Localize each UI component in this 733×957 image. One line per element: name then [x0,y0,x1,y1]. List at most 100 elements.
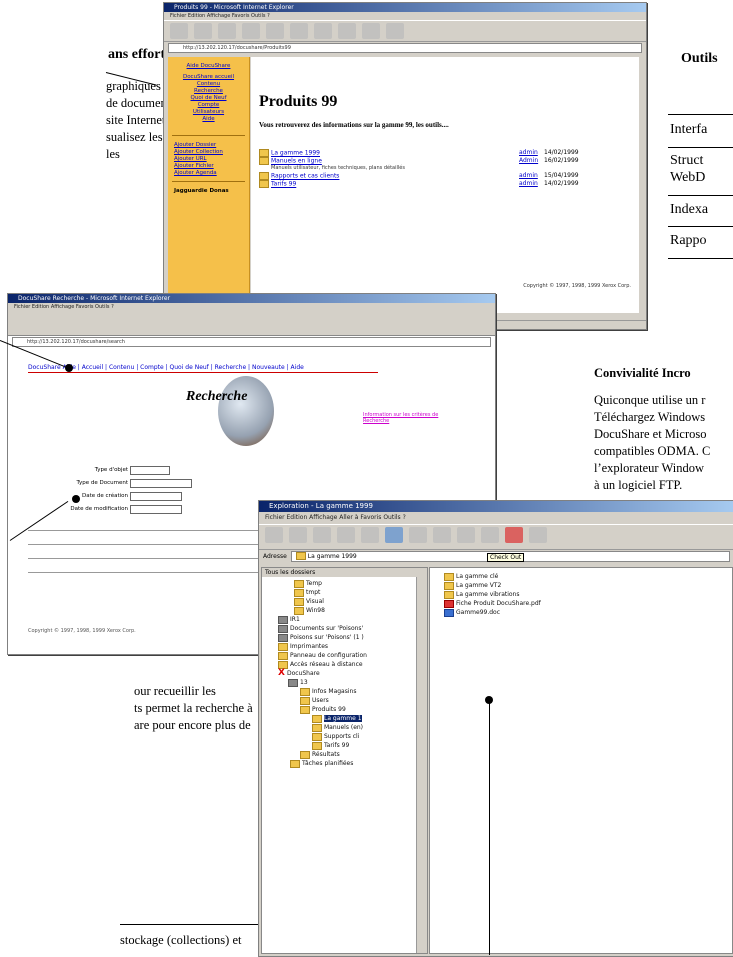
tree-scrollbar[interactable] [416,577,427,953]
tree-item[interactable]: Poisons sur 'Poisons' (1 ) [266,633,427,642]
folder-icon [312,732,322,741]
tree-item[interactable]: Users [266,696,427,705]
object-type-select[interactable] [130,466,170,475]
back-icon[interactable] [265,527,283,543]
list-item[interactable]: Tarifs 99 admin 14/02/1999 [259,180,579,188]
word-file-icon [444,608,454,617]
tree-item[interactable]: Visual [266,597,427,606]
outils-row: WebD [670,170,706,185]
window-titlebar: DocuShare Recherche - Microsoft Internet… [8,294,495,303]
folder-icon [294,588,304,597]
address-bar[interactable]: http://13.202.120.17/docushare/search [12,337,491,347]
printer-folder-icon [278,642,288,651]
tree-item[interactable]: tmpt [266,588,427,597]
search-icon[interactable] [290,23,308,39]
tree-item[interactable]: Imprimantes [266,642,427,651]
folder-icon [300,705,310,714]
modification-date-select[interactable] [130,505,182,514]
favorites-icon[interactable] [314,23,332,39]
tree-item[interactable]: Manuels (en) [266,723,427,732]
sidebar-item[interactable]: DocuShare accueil [168,74,249,81]
tree-item[interactable]: IR1 [266,615,427,624]
refresh-icon[interactable] [242,23,260,39]
sidebar-item[interactable]: Contenu [168,81,249,88]
tree-item[interactable]: Win98 [266,606,427,615]
tree-item[interactable]: Panneau de configuration [266,651,427,660]
address-bar[interactable]: http://13.202.120.17/docushare/Produits9… [168,43,642,53]
file-item[interactable]: Fiche Produit DocuShare.pdf [444,599,732,608]
tree-item-selected[interactable]: La gamme 1 [266,714,427,723]
sidebar-item[interactable]: Ajouter URL [168,156,249,163]
sidebar-item[interactable]: Ajouter Collection [168,149,249,156]
back-icon[interactable] [170,23,188,39]
stop-icon[interactable] [218,23,236,39]
folder-icon [312,714,322,723]
convivialite-text: Quiconque utilise un r Téléchargez Windo… [594,392,710,494]
history-icon[interactable] [338,23,356,39]
list-item[interactable]: Manuels en ligne Admin 16/02/1999 [259,157,579,165]
sidebar-item[interactable]: Ajouter Dossier [168,142,249,149]
view-icon[interactable] [409,527,427,543]
text-line: l’explorateur Window [594,461,704,475]
file-item[interactable]: La gamme VT2 [444,581,732,590]
callout-line: ts permet la recherche à [134,701,253,715]
sidebar-item[interactable]: Aide [168,116,249,123]
tree-item[interactable]: Produits 99 [266,705,427,714]
docushare-x-icon: X [278,668,285,678]
tree-item[interactable]: X DocuShare [266,669,427,678]
file-item[interactable]: Gamme99.doc [444,608,732,617]
forward-icon[interactable] [194,23,212,39]
check-out-icon[interactable] [433,527,451,543]
list-item[interactable]: La gamme 1999 admin 14/02/1999 [259,149,579,157]
pdf-file-icon [444,599,454,608]
tree-item[interactable]: Infos Magasins [266,687,427,696]
tree-item[interactable]: Tarifs 99 [266,741,427,750]
tree-item[interactable]: Documents sur 'Poisons' [266,624,427,633]
delete-icon[interactable] [505,527,523,543]
view-icon[interactable] [337,527,355,543]
help-link[interactable]: Information sur les critères de Recherch… [363,412,443,424]
sidebar-item[interactable]: Ajouter Agenda [168,170,249,177]
file-item[interactable]: La gamme vibrations [444,590,732,599]
properties-icon[interactable] [529,527,547,543]
folder-icon[interactable] [457,527,475,543]
folder-icon [294,597,304,606]
list-item[interactable]: Rapports et cas clients admin 15/04/1999 [259,172,579,180]
outils-row: Indexa [670,202,709,217]
folder-icon [312,741,322,750]
mail-icon[interactable] [362,23,380,39]
form-label: Date de création [82,493,128,499]
outils-heading: Outils [681,51,718,66]
convivialite-heading: Convivialité Incro [594,366,691,380]
tree-item[interactable]: Résultats [266,750,427,759]
sidebar-item[interactable]: Aide DocuShare [168,63,249,70]
tree-item[interactable]: Supports cli [266,732,427,741]
tree-item[interactable]: Temp [266,579,427,588]
file-item[interactable]: La gamme clé [444,572,732,581]
sidebar-item[interactable]: Ajouter Fichier [168,163,249,170]
creation-date-select[interactable] [130,492,182,501]
sidebar-item[interactable]: Recherche [168,88,249,95]
view-icon[interactable] [361,527,379,543]
sidebar-item[interactable]: Utilisateurs [168,109,249,116]
up-folder-icon[interactable] [313,527,331,543]
doc-type-select[interactable] [130,479,192,488]
view-icon[interactable] [385,527,403,543]
tree-item[interactable]: Tâches planifiées [266,759,427,768]
window-titlebar: Produits 99 - Microsoft Internet Explore… [164,3,646,12]
callout-line: our recueillir les [134,684,216,698]
text-line: Téléchargez Windows [594,410,706,424]
address-label: Adresse [263,552,287,560]
home-icon[interactable] [266,23,284,39]
sidebar-item[interactable]: Compte [168,102,249,109]
forward-icon[interactable] [289,527,307,543]
tree-item[interactable]: Accès réseau à distance [266,660,427,669]
folder-icon [259,157,269,165]
folder-icon [259,180,269,188]
sidebar-item[interactable]: Quoi de Neuf [168,95,249,102]
drive-icon [278,615,288,624]
print-icon[interactable] [386,23,404,39]
copy-icon[interactable] [481,527,499,543]
outils-row: Struct [670,153,704,168]
tree-item[interactable]: 13 [266,678,427,687]
